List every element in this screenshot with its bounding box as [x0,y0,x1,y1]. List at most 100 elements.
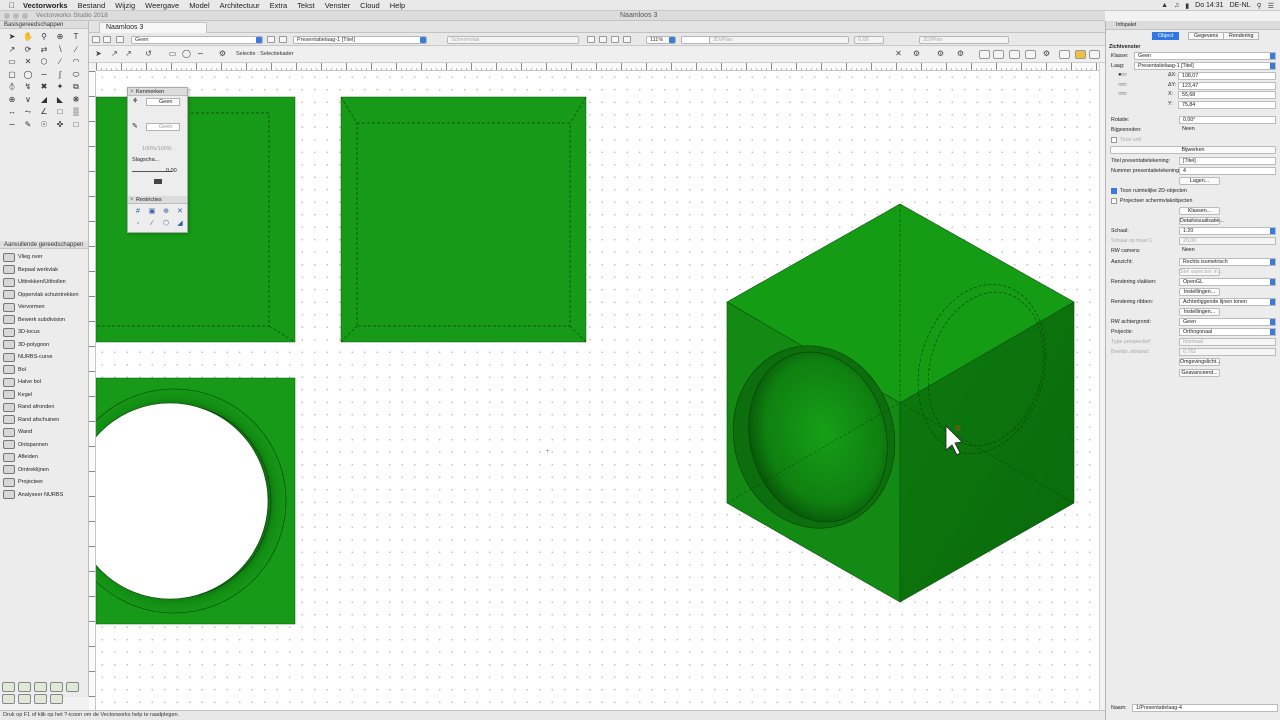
oval-mode-icon[interactable]: ◯ [181,49,192,59]
tool-item[interactable]: Wand [0,426,88,439]
hatch-tool-icon[interactable]: ▒ [68,106,84,119]
ellipse-tool-icon[interactable]: ⬭ [68,69,84,82]
projection-dropdown[interactable]: Orthogonaal [1179,328,1276,337]
fg-render-dropdown[interactable]: Achterliggende lijnen tonen [1179,297,1276,306]
tool-item[interactable]: Projecteer [0,476,88,489]
show-3d-checkbox[interactable] [1111,187,1117,194]
arc-tool-icon[interactable]: ◠ [68,56,84,69]
clock[interactable]: Do 14:31 [1195,2,1223,9]
locale[interactable]: DE-NL [1230,2,1251,9]
tool-item[interactable]: Uittrekken/Uithollen [0,276,88,289]
tool-item[interactable]: Omtreklijnen [0,464,88,477]
screen-plane-icon[interactable] [1009,50,1020,59]
coord-field[interactable]: 55,68 [1178,91,1276,100]
toolset-icon[interactable] [18,682,31,692]
update-button[interactable]: Bijwerken [1110,146,1276,155]
toolset-icon[interactable] [50,682,63,692]
layer-dropdown[interactable]: Presentatielaag-1 [Titel] [1134,62,1276,71]
flyout-icon[interactable] [116,36,124,43]
coord-field[interactable]: 75,84 [1178,100,1276,109]
pan-tool-icon[interactable]: ✋ [20,31,36,44]
search-icon[interactable]: ⚲ [1257,2,1262,10]
coord-field[interactable]: 108,07 [1178,72,1276,81]
tool-item[interactable]: 3D-polygoon [0,339,88,352]
connect-tool-icon[interactable]: ∨ [20,94,36,107]
callout-tool-icon[interactable]: □ [52,106,68,119]
toolset-icon[interactable] [66,682,79,692]
isometric-cube-viewport[interactable] [713,203,1075,603]
tool-item[interactable]: Vlieg over [0,251,88,264]
freehand-tool-icon[interactable]: ∽ [36,69,52,82]
toolset-icon[interactable] [34,694,47,704]
lock-icon[interactable] [1075,50,1086,59]
minimize-icon[interactable] [13,13,19,19]
advanced-button[interactable]: Geavanceerd... [1179,368,1220,377]
zoom-icon[interactable] [623,36,631,43]
plane-dropdown[interactable]: 2D/Plan [919,35,1009,44]
edge-settings-button[interactable]: Instellingen... [1179,307,1220,316]
eyedropper-tool-icon[interactable]: ∖ [52,44,68,57]
circle-tool-icon[interactable]: ◯ [20,69,36,82]
title-field[interactable]: [Titel] [1179,156,1276,165]
chamfer-tool-icon[interactable]: ◣ [52,94,68,107]
ambient-light-button[interactable]: Omgevingslicht... [1179,358,1221,367]
tool-item[interactable]: Rand afronden [0,401,88,414]
tool-item[interactable]: Ontspannen [0,439,88,452]
zoom-out-icon[interactable] [611,36,619,43]
close-icon[interactable] [4,13,10,19]
tab-data[interactable]: Gegevens [1188,32,1225,40]
tool-item[interactable]: 3D-locus [0,326,88,339]
class-dropdown[interactable]: Geen [1134,52,1276,60]
box-select-icon[interactable]: ↗ [109,49,120,59]
battery-icon[interactable]: ▮ [1185,2,1189,10]
spiral-tool-icon[interactable]: ⦽ [4,81,20,94]
wifi-icon[interactable]: ▲ [1161,2,1168,9]
view-dropdown[interactable]: Rechts isometrisch [1179,257,1276,266]
dimension-tool-icon[interactable]: ↔ [4,106,20,119]
zoom-icon[interactable] [22,13,28,19]
close-icon[interactable]: × [130,88,134,96]
rounded-rect-tool-icon[interactable]: ▢ [4,69,20,82]
menu-item[interactable]: Weergave [140,1,184,10]
name-field[interactable]: 1/Presentatielaag-4 [1132,704,1278,712]
anchor-grid-icon[interactable]: ●○○ [1118,72,1127,78]
coord-field[interactable]: 123,47 [1178,81,1276,90]
smart-point-icon[interactable]: ⬡ [159,218,173,230]
rotate-mode-icon[interactable]: ↺ [143,49,154,59]
rect-mode-icon[interactable]: ▭ [167,49,178,59]
mirror-tool-icon[interactable]: ⇄ [36,44,52,57]
dist-field[interactable]: 0,762 [1179,348,1276,357]
line-tool-icon[interactable]: ∕ [68,44,84,57]
fillet-tool-icon[interactable]: ◢ [36,94,52,107]
intersect-snap-icon[interactable]: ✕ [173,206,187,218]
drawing-canvas[interactable]: + [96,71,1099,710]
distance-snap-icon[interactable]: ◦ [131,218,145,230]
snap-grid-icon[interactable]: ⚙ [955,49,966,59]
top-view-viewport[interactable] [96,377,296,625]
detail-button[interactable]: Detailvisualisatie... [1179,217,1224,226]
aspects-button[interactable]: Stel aspecten in... [1179,267,1222,276]
snap-settings-icon[interactable]: ⚙ [911,49,922,59]
apple-icon[interactable]:  [6,1,18,10]
menu-item[interactable]: Help [385,1,410,10]
polyline-mode-icon[interactable]: ∽ [195,49,206,59]
class-dropdown[interactable]: Geen [131,35,263,44]
center-snap-icon[interactable]: ⊕ [159,206,173,218]
fill-dropdown[interactable]: Geen [146,98,180,106]
toolset-icon[interactable] [50,694,63,704]
tool-item[interactable]: Bewerk subdivision [0,314,88,327]
scale-field[interactable]: 0.00 [854,35,884,44]
menu-item[interactable]: Tekst [292,1,320,10]
tool-item[interactable]: Vervormen [0,301,88,314]
bg-render-dropdown[interactable]: OpenGL [1179,277,1276,286]
project-screen-checkbox[interactable] [1111,197,1117,204]
toolset-icon[interactable] [34,682,47,692]
menu-item[interactable]: Extra [265,1,293,10]
number-field[interactable]: 4 [1179,166,1276,175]
rw-bg-dropdown[interactable]: Geen [1179,318,1276,327]
snap-object-icon[interactable]: ⚙ [935,49,946,59]
tool-item[interactable]: NURBS-curve [0,351,88,364]
side-view-viewport[interactable] [96,96,296,343]
toolset-icon[interactable] [18,694,31,704]
persp-dropdown[interactable]: Normaal [1179,338,1276,347]
